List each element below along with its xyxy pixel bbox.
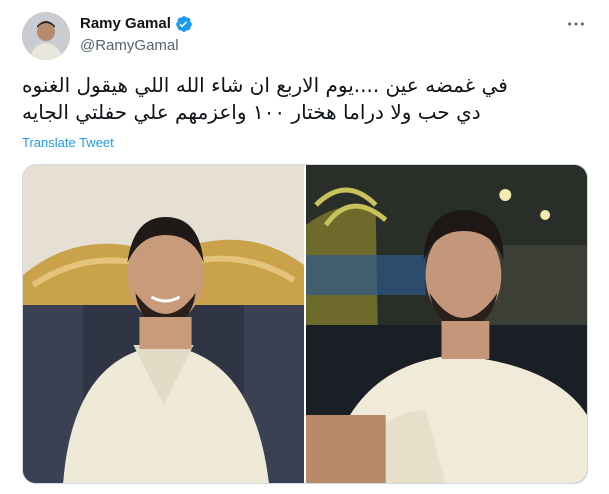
photo-1[interactable] bbox=[23, 165, 304, 483]
photo-2[interactable] bbox=[306, 165, 587, 483]
tweet-card: Ramy Gamal @RamyGamal في غمضه عين ....يو… bbox=[0, 0, 609, 494]
translate-tweet-link[interactable]: Translate Tweet bbox=[22, 135, 114, 151]
verified-badge-icon bbox=[175, 15, 193, 33]
more-options-icon[interactable] bbox=[565, 14, 587, 34]
avatar[interactable] bbox=[22, 12, 70, 60]
tweet-text: في غمضه عين ....يوم الاربع ان شاء الله ا… bbox=[22, 73, 508, 124]
author-name-row[interactable]: Ramy Gamal bbox=[80, 15, 193, 33]
author-name[interactable]: Ramy Gamal bbox=[80, 15, 171, 33]
media-gallery bbox=[22, 164, 588, 484]
author-handle[interactable]: @RamyGamal bbox=[80, 37, 179, 55]
